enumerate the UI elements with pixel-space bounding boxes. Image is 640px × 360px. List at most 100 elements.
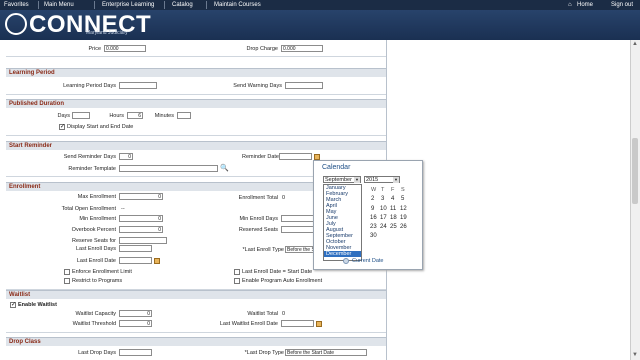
- calendar-day[interactable]: 11: [390, 206, 396, 212]
- section-waitlist: Waitlist: [6, 290, 386, 299]
- last-enroll-type-label: *Last Enroll Type: [242, 247, 284, 253]
- send-warning-days-label: Send Warning Days: [233, 83, 282, 89]
- calendar-day[interactable]: 26: [400, 224, 407, 230]
- nav-enterprise-learning[interactable]: Enterprise Learning: [102, 2, 154, 8]
- section-start-reminder: Start Reminder: [6, 141, 386, 150]
- nav-main-menu[interactable]: Main Menu: [44, 2, 74, 8]
- hours-label: Hours: [109, 113, 124, 119]
- last-enroll-equals-start-checkbox[interactable]: [234, 269, 240, 275]
- calendar-day[interactable]: 19: [400, 215, 407, 221]
- section-title: Published Duration: [9, 101, 65, 107]
- calendar-day[interactable]: 2: [371, 196, 374, 202]
- section-learning-period: Learning Period: [6, 68, 386, 77]
- nav-catalog[interactable]: Catalog: [172, 2, 193, 8]
- reserved-seats-field[interactable]: [281, 226, 314, 233]
- last-enroll-date-field[interactable]: [119, 257, 152, 264]
- restrict-programs-checkbox[interactable]: [64, 278, 70, 284]
- send-warning-days-field[interactable]: [285, 82, 323, 89]
- calendar-title: Calendar: [322, 164, 351, 171]
- calendar-day[interactable]: 16: [370, 215, 377, 221]
- drop-charge-field[interactable]: 0.000: [281, 45, 323, 52]
- waitlist-total-label: Waitlist Total: [247, 311, 278, 317]
- section-title: Learning Period: [9, 70, 55, 76]
- scrollbar-thumb[interactable]: [632, 138, 638, 204]
- divider: [6, 56, 386, 57]
- last-drop-type-label: *Last Drop Type: [244, 350, 284, 356]
- weekday-header: F: [391, 187, 395, 193]
- divider: [6, 332, 386, 333]
- minutes-field[interactable]: [177, 112, 191, 119]
- enforce-limit-label: Enforce Enrollment Limit: [72, 269, 132, 275]
- current-date-link[interactable]: Current Date: [352, 258, 384, 264]
- last-enroll-days-field[interactable]: [119, 245, 152, 252]
- last-drop-type-select[interactable]: Before the Start Date: [285, 349, 367, 356]
- min-enrollment-label: Min Enrollment: [79, 216, 116, 222]
- section-title: Enrollment: [9, 184, 41, 190]
- calendar-day[interactable]: 23: [370, 224, 377, 230]
- nav-favorites[interactable]: Favorites: [4, 2, 29, 8]
- weekday-header: W: [371, 187, 377, 193]
- total-open-enrollment-value: --: [121, 206, 125, 212]
- home-link[interactable]: Home: [577, 2, 593, 8]
- nav-maintain-courses[interactable]: Maintain Courses: [214, 2, 261, 8]
- price-field[interactable]: 0.000: [104, 45, 146, 52]
- weekday-header: S: [401, 187, 405, 193]
- overbook-percent-field[interactable]: 0: [119, 226, 163, 233]
- section-drop-class: Drop Class: [6, 337, 386, 346]
- calendar-day[interactable]: 25: [390, 224, 397, 230]
- signout-link[interactable]: Sign out: [611, 2, 633, 8]
- restrict-programs-label: Restrict to Programs: [72, 278, 123, 284]
- top-nav-bar: Favorites Main Menu Enterprise Learning …: [0, 0, 640, 10]
- calendar-icon[interactable]: [316, 321, 322, 327]
- enforce-limit-checkbox[interactable]: [64, 269, 70, 275]
- calendar-day[interactable]: 9: [371, 206, 374, 212]
- scroll-down-icon[interactable]: ▼: [632, 352, 638, 358]
- program-auto-enroll-checkbox[interactable]: [234, 278, 240, 284]
- learning-period-days-field[interactable]: [119, 82, 157, 89]
- min-enroll-days-field[interactable]: [281, 215, 314, 222]
- year-select[interactable]: 2015 ▼: [364, 176, 400, 183]
- reminder-template-field[interactable]: [119, 165, 218, 172]
- section-title: Drop Class: [9, 339, 41, 345]
- year-value: 2015: [366, 177, 379, 183]
- calendar-icon[interactable]: [154, 258, 160, 264]
- last-drop-days-field[interactable]: [119, 349, 152, 356]
- scroll-up-icon[interactable]: ▲: [632, 41, 638, 47]
- home-icon[interactable]: ⌂: [568, 2, 572, 8]
- max-enrollment-label: Max Enrollment: [77, 194, 116, 200]
- calendar-day[interactable]: 30: [370, 233, 377, 239]
- display-dates-checkbox[interactable]: [59, 123, 65, 130]
- send-reminder-days-field[interactable]: 0: [119, 153, 133, 160]
- calendar-day[interactable]: 5: [401, 196, 404, 202]
- last-enroll-equals-start-label: Last Enroll Date = Start Date: [242, 269, 313, 275]
- drop-charge-label: Drop Charge: [246, 46, 279, 52]
- max-enrollment-field[interactable]: 0: [119, 193, 163, 200]
- lookup-icon[interactable]: 🔍: [220, 164, 229, 172]
- reserve-seats-for-select[interactable]: [119, 237, 167, 244]
- month-select[interactable]: September ▼: [323, 176, 361, 183]
- program-auto-enroll-label: Enable Program Auto Enrollment: [242, 278, 323, 284]
- waitlist-threshold-field[interactable]: 0: [119, 320, 152, 327]
- divider: [6, 94, 386, 95]
- calendar-day[interactable]: 3: [381, 196, 384, 202]
- calendar-day[interactable]: 24: [380, 224, 387, 230]
- calendar-day[interactable]: 10: [380, 206, 387, 212]
- brand-header: CONNECT Maryland Judiciary: [0, 10, 640, 40]
- enable-waitlist-checkbox[interactable]: [10, 301, 16, 308]
- min-enrollment-field[interactable]: 0: [119, 215, 163, 222]
- current-date-icon[interactable]: [343, 258, 349, 264]
- hours-field[interactable]: 6: [127, 112, 143, 119]
- nav-separator: [206, 1, 207, 9]
- month-option-highlighted[interactable]: December: [324, 251, 361, 257]
- chevron-down-icon: ▼: [393, 177, 399, 183]
- days-field[interactable]: [72, 112, 90, 119]
- reminder-date-field[interactable]: [279, 153, 312, 160]
- last-enroll-days-label: Last Enroll Days: [75, 246, 116, 252]
- last-waitlist-date-field[interactable]: [281, 320, 314, 327]
- calendar-day[interactable]: 12: [400, 206, 407, 212]
- calendar-day[interactable]: 18: [390, 215, 397, 221]
- section-published-duration: Published Duration: [6, 99, 386, 108]
- calendar-day[interactable]: 4: [391, 196, 394, 202]
- calendar-day[interactable]: 17: [380, 215, 387, 221]
- waitlist-capacity-field[interactable]: 0: [119, 310, 152, 317]
